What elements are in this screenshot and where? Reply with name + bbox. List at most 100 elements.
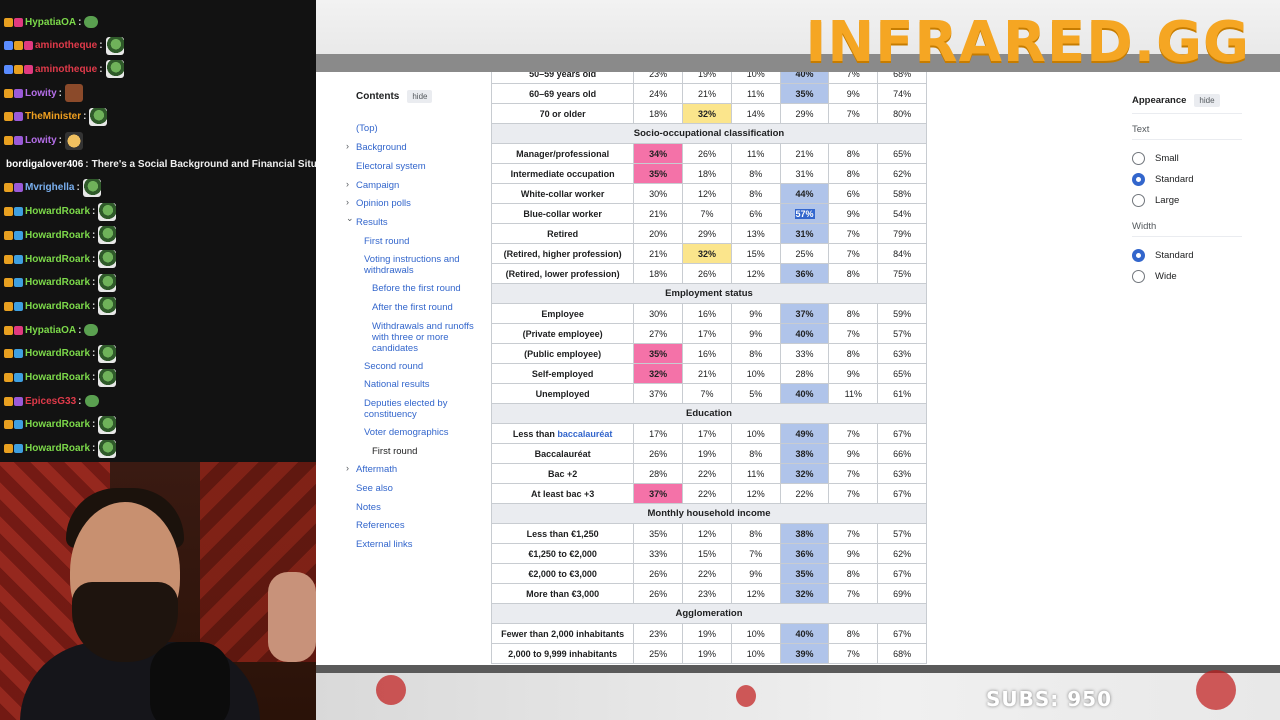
toc-item[interactable]: (Top): [356, 123, 474, 134]
value-cell: 80%: [877, 103, 927, 124]
badge-icon: [14, 183, 23, 193]
emote-icon: [105, 36, 124, 55]
radio-option[interactable]: Wide: [1132, 266, 1242, 287]
toc-item[interactable]: Electoral system: [356, 161, 474, 172]
toc-item[interactable]: First round: [372, 446, 474, 457]
chat-username[interactable]: Lowity: [25, 135, 57, 146]
toc-item[interactable]: First round: [364, 236, 474, 247]
badge-icon: [4, 41, 13, 51]
table-row: Bac +2 28% 22% 11% 32% 7% 63%: [491, 463, 927, 484]
chat-username[interactable]: HowardRoark: [25, 277, 90, 288]
chat-colon: :: [83, 111, 87, 123]
radio-button[interactable]: [1132, 249, 1145, 262]
radio-button[interactable]: [1132, 152, 1145, 165]
chat-username[interactable]: aminotheque: [35, 40, 97, 51]
row-label-text: 50–59 years old: [529, 72, 597, 79]
badge-icon: [4, 207, 13, 217]
value-cell: 23%: [682, 583, 732, 604]
radio-label: Standard: [1155, 250, 1194, 261]
toc-hide-button[interactable]: hide: [407, 90, 433, 103]
chevron-right-icon[interactable]: ›: [346, 197, 349, 207]
radio-button[interactable]: [1132, 270, 1145, 283]
chat-colon: :: [92, 253, 96, 265]
toc-item[interactable]: Second round: [364, 361, 474, 372]
chat-message: HowardRoark:: [4, 415, 117, 435]
toc-item[interactable]: Campaign: [356, 180, 474, 191]
value-cell: 57%: [877, 323, 927, 344]
webcam-feed: [0, 462, 316, 720]
row-label-text: Less than: [512, 428, 558, 439]
toc-item[interactable]: Deputies elected by constituency: [364, 398, 474, 420]
radio-button[interactable]: [1132, 173, 1145, 186]
badge-icon: [14, 396, 23, 406]
chat-badges: [4, 17, 23, 27]
chat-username[interactable]: HowardRoark: [25, 230, 90, 241]
toc-item[interactable]: Background: [356, 142, 474, 153]
table-row: Unemployed 37% 7% 5% 40% 11% 61%: [491, 383, 927, 404]
badge-icon: [4, 301, 13, 311]
chat-username[interactable]: HypatiaOA: [25, 17, 76, 28]
chevron-down-icon[interactable]: ⌄: [346, 213, 354, 224]
toc-item[interactable]: Voting instructions and withdrawals: [364, 254, 474, 276]
toc-item[interactable]: Notes: [356, 502, 474, 513]
radio-option[interactable]: Large: [1132, 190, 1242, 211]
chat-username[interactable]: Lowity: [25, 88, 57, 99]
toc-item[interactable]: Aftermath: [356, 464, 474, 475]
appearance-header: Appearance hide: [1132, 94, 1242, 114]
chat-username[interactable]: aminotheque: [35, 64, 97, 75]
appearance-hide-button[interactable]: hide: [1194, 94, 1220, 107]
toc-item[interactable]: National results: [364, 379, 474, 390]
toc-item[interactable]: Voter demographics: [364, 427, 474, 438]
toc-item[interactable]: Results: [356, 217, 474, 228]
chat-username[interactable]: HowardRoark: [25, 348, 90, 359]
value-cell: 29%: [682, 223, 732, 244]
chat-username[interactable]: TheMinister: [25, 111, 81, 122]
row-label-text: Unemployed: [535, 388, 590, 399]
emote-icon: [98, 202, 117, 221]
value-cell: 6%: [730, 203, 781, 224]
value-cell: 68%: [877, 643, 927, 664]
toc-item[interactable]: After the first round: [372, 302, 474, 313]
chat-username[interactable]: HowardRoark: [25, 372, 90, 383]
chat-username[interactable]: bordigalover406: [6, 159, 83, 170]
chat-badges: [4, 207, 23, 217]
value-cell: 32%: [682, 103, 732, 124]
badge-icon: [14, 420, 23, 430]
chat-message: HypatiaOA:: [4, 320, 99, 340]
chat-username[interactable]: HowardRoark: [25, 419, 90, 430]
selected-text[interactable]: 57%: [794, 208, 815, 219]
toc-item[interactable]: Before the first round: [372, 283, 474, 294]
chat-badges: [4, 301, 23, 311]
chat-username[interactable]: HowardRoark: [25, 301, 90, 312]
chat-message: Mvrighella:: [4, 178, 101, 198]
toc-item[interactable]: Opinion polls: [356, 198, 474, 209]
row-label: 2,000 to 9,999 inhabitants: [491, 643, 635, 664]
value-cell: 7%: [828, 243, 879, 264]
chat-username[interactable]: HypatiaOA: [25, 325, 76, 336]
radio-option[interactable]: Standard: [1132, 169, 1242, 190]
toc-item[interactable]: External links: [356, 539, 474, 550]
chevron-right-icon[interactable]: ›: [346, 141, 349, 151]
chat-badges: [4, 373, 23, 382]
chat-username[interactable]: EpicesG33: [25, 396, 76, 407]
toc-item[interactable]: Withdrawals and runoffs with three or mo…: [372, 321, 474, 354]
chat-badges: [4, 420, 23, 430]
chat-username[interactable]: HowardRoark: [25, 443, 90, 454]
toc-item[interactable]: See also: [356, 483, 474, 494]
emote-icon: [98, 344, 117, 363]
text-size-options: Small Standard Large: [1132, 148, 1242, 211]
radio-option[interactable]: Small: [1132, 148, 1242, 169]
table-section-header: Agglomeration: [491, 603, 927, 624]
chat-username[interactable]: Mvrighella: [25, 182, 74, 193]
value-cell: 21%: [633, 243, 684, 264]
chat-username[interactable]: HowardRoark: [25, 254, 90, 265]
radio-button[interactable]: [1132, 194, 1145, 207]
chevron-right-icon[interactable]: ›: [346, 179, 349, 189]
radio-option[interactable]: Standard: [1132, 245, 1242, 266]
baccalaureat-link[interactable]: baccalauréat: [557, 429, 612, 439]
toc-item[interactable]: References: [356, 520, 474, 531]
value-cell: 22%: [682, 483, 732, 504]
chevron-right-icon[interactable]: ›: [346, 463, 349, 473]
badge-icon: [4, 254, 13, 264]
chat-username[interactable]: HowardRoark: [25, 206, 90, 217]
